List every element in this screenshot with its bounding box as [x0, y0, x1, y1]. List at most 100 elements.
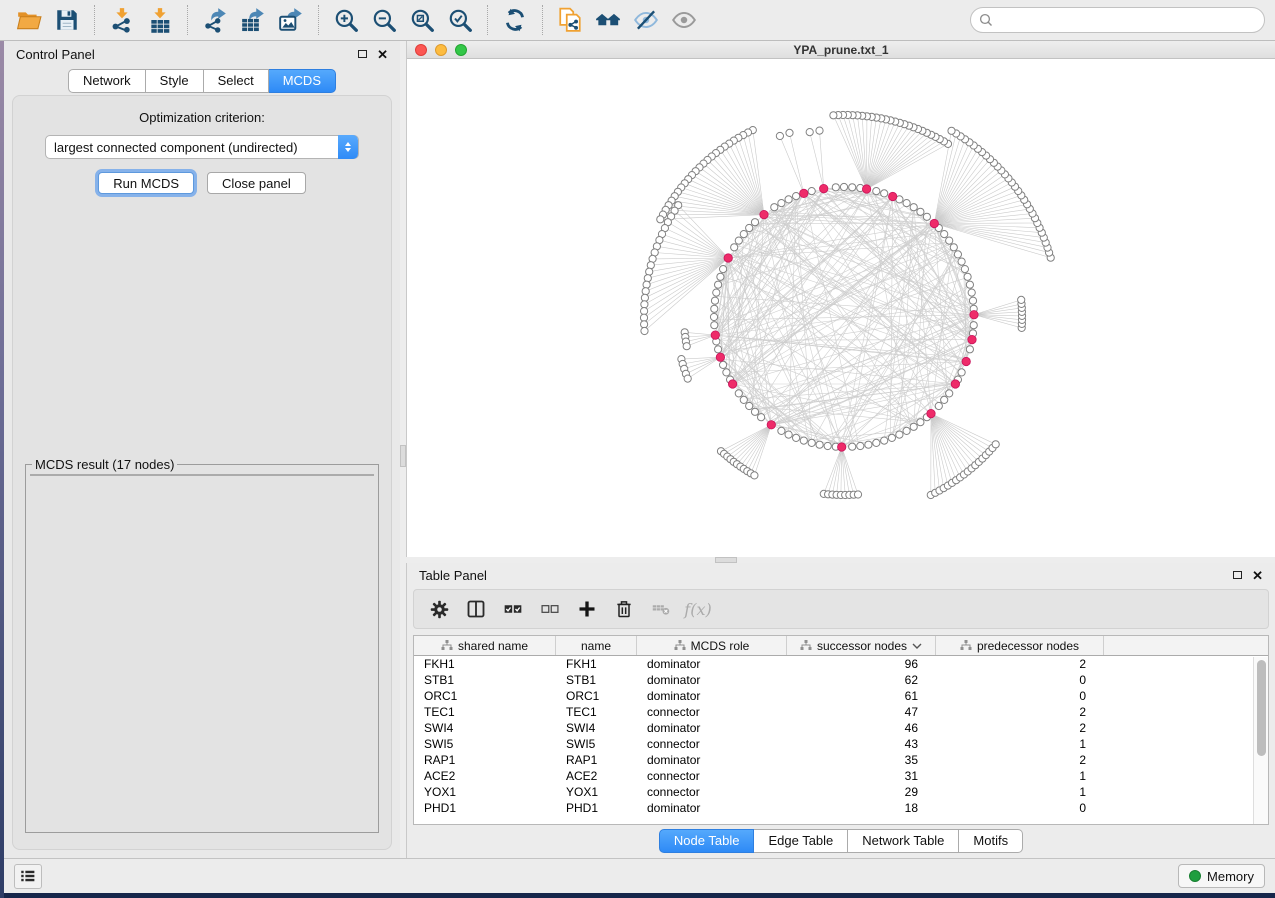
create-column-button[interactable]: [572, 594, 602, 624]
table-row[interactable]: FKH1 FKH1 dominator 96 2: [414, 656, 1268, 672]
network-canvas[interactable]: [407, 59, 1275, 557]
column-label: successor nodes: [817, 639, 907, 653]
table-row[interactable]: ACE2 ACE2 connector 31 1: [414, 768, 1268, 784]
optimization-criterion-select[interactable]: largest connected component (undirected): [45, 135, 359, 159]
table-row[interactable]: ORC1 ORC1 dominator 61 0: [414, 688, 1268, 704]
search-input[interactable]: [970, 7, 1265, 33]
column-header-mcds-role[interactable]: MCDS role: [637, 636, 787, 655]
table-row[interactable]: STB1 STB1 dominator 62 0: [414, 672, 1268, 688]
control-panel-tabs: Network Style Select MCDS: [4, 67, 400, 93]
column-label: shared name: [458, 639, 528, 653]
table-toolbar: f(x): [413, 589, 1269, 629]
cell-name: SWI4: [556, 720, 637, 736]
zoom-fit-button[interactable]: [406, 4, 438, 36]
splitter-grip[interactable]: [715, 557, 737, 563]
delete-column-button[interactable]: [609, 594, 639, 624]
cell-name: PHD1: [556, 800, 637, 816]
mcds-result-item[interactable]: PHD1: [31, 475, 373, 476]
table-row[interactable]: RAP1 RAP1 dominator 35 2: [414, 752, 1268, 768]
zoom-selected-button[interactable]: [444, 4, 476, 36]
delete-column-icon: [614, 599, 634, 619]
close-panel-icon[interactable]: ✕: [1252, 569, 1263, 582]
tab-edge-table[interactable]: Edge Table: [754, 829, 848, 853]
cell-shared-name: SWI4: [414, 720, 556, 736]
window-maximize-icon[interactable]: [455, 44, 467, 56]
splitter-grip[interactable]: [400, 445, 406, 467]
show-all-button[interactable]: [668, 4, 700, 36]
tab-network-table[interactable]: Network Table: [848, 829, 959, 853]
close-panel-icon[interactable]: ✕: [377, 48, 388, 61]
select-all-button[interactable]: [498, 594, 528, 624]
first-neighbors-button[interactable]: [592, 4, 624, 36]
window-minimize-icon[interactable]: [435, 44, 447, 56]
tab-network[interactable]: Network: [68, 69, 146, 93]
memory-button[interactable]: Memory: [1178, 864, 1265, 888]
tab-mcds[interactable]: MCDS: [269, 69, 336, 93]
log-console-button[interactable]: [14, 864, 42, 889]
cell-shared-name: YOX1: [414, 784, 556, 800]
table-settings-button[interactable]: [424, 594, 454, 624]
node-table: shared name name MCDS role successor nod…: [413, 635, 1269, 825]
unselect-all-button[interactable]: [535, 594, 565, 624]
memory-status-icon: [1189, 870, 1201, 882]
table-scrollbar[interactable]: [1253, 657, 1268, 824]
cell-name: RAP1: [556, 752, 637, 768]
tab-node-table[interactable]: Node Table: [659, 829, 755, 853]
cell-predecessor-nodes: 2: [936, 704, 1104, 720]
cell-mcds-role: connector: [637, 736, 787, 752]
float-panel-icon[interactable]: [358, 50, 367, 58]
control-panel: Control Panel ✕ Network Style Select MCD…: [4, 41, 400, 858]
import-network-button[interactable]: [106, 4, 138, 36]
cell-shared-name: RAP1: [414, 752, 556, 768]
zoom-out-button[interactable]: [368, 4, 400, 36]
export-image-button[interactable]: [275, 4, 307, 36]
zoom-in-button[interactable]: [330, 4, 362, 36]
column-header-predecessor-nodes[interactable]: predecessor nodes: [936, 636, 1104, 655]
column-label: predecessor nodes: [977, 639, 1079, 653]
table-row[interactable]: YOX1 YOX1 connector 29 1: [414, 784, 1268, 800]
column-header-successor-nodes[interactable]: successor nodes: [787, 636, 936, 655]
save-button[interactable]: [51, 4, 83, 36]
select-stepper-icon: [338, 135, 358, 159]
zoom-in-icon: [333, 7, 359, 33]
memory-label: Memory: [1207, 869, 1254, 884]
vertical-splitter[interactable]: [400, 41, 406, 858]
table-row[interactable]: SWI4 SWI4 dominator 46 2: [414, 720, 1268, 736]
refresh-button[interactable]: [499, 4, 531, 36]
float-panel-icon[interactable]: [1233, 571, 1242, 579]
toolbar-separator: [94, 5, 95, 35]
hide-selected-button[interactable]: [630, 4, 662, 36]
select-all-icon: [502, 599, 524, 619]
close-panel-button[interactable]: Close panel: [207, 172, 306, 194]
network-window: YPA_prune.txt_1: [406, 41, 1275, 557]
open-button[interactable]: [13, 4, 45, 36]
table-row[interactable]: SWI5 SWI5 connector 43 1: [414, 736, 1268, 752]
cell-successor-nodes: 47: [787, 704, 936, 720]
column-header-shared-name[interactable]: shared name: [414, 636, 556, 655]
export-table-button[interactable]: [237, 4, 269, 36]
horizontal-splitter[interactable]: [406, 557, 1275, 563]
network-graph[interactable]: [407, 59, 1275, 552]
column-header-name[interactable]: name: [556, 636, 637, 655]
table-row[interactable]: PHD1 PHD1 dominator 18 0: [414, 800, 1268, 816]
run-mcds-button[interactable]: Run MCDS: [98, 172, 194, 194]
tab-select[interactable]: Select: [204, 69, 269, 93]
import-table-button[interactable]: [144, 4, 176, 36]
export-network-button[interactable]: [199, 4, 231, 36]
table-scrollbar-thumb[interactable]: [1257, 660, 1266, 756]
cell-predecessor-nodes: 0: [936, 800, 1104, 816]
duplicate-network-button[interactable]: [554, 4, 586, 36]
tab-style[interactable]: Style: [146, 69, 204, 93]
network-window-title: YPA_prune.txt_1: [407, 43, 1275, 57]
window-close-icon[interactable]: [415, 44, 427, 56]
table-row[interactable]: TEC1 TEC1 connector 47 2: [414, 704, 1268, 720]
hide-selected-icon: [633, 7, 659, 33]
table-panel-titlebar: Table Panel ✕: [407, 563, 1275, 587]
zoom-selected-icon: [447, 7, 473, 33]
node-table-header: shared name name MCDS role successor nod…: [414, 636, 1268, 656]
show-columns-button[interactable]: [461, 594, 491, 624]
cell-filler: [1104, 656, 1268, 672]
export-network-icon: [202, 7, 228, 33]
tab-motifs[interactable]: Motifs: [959, 829, 1023, 853]
cell-name: TEC1: [556, 704, 637, 720]
